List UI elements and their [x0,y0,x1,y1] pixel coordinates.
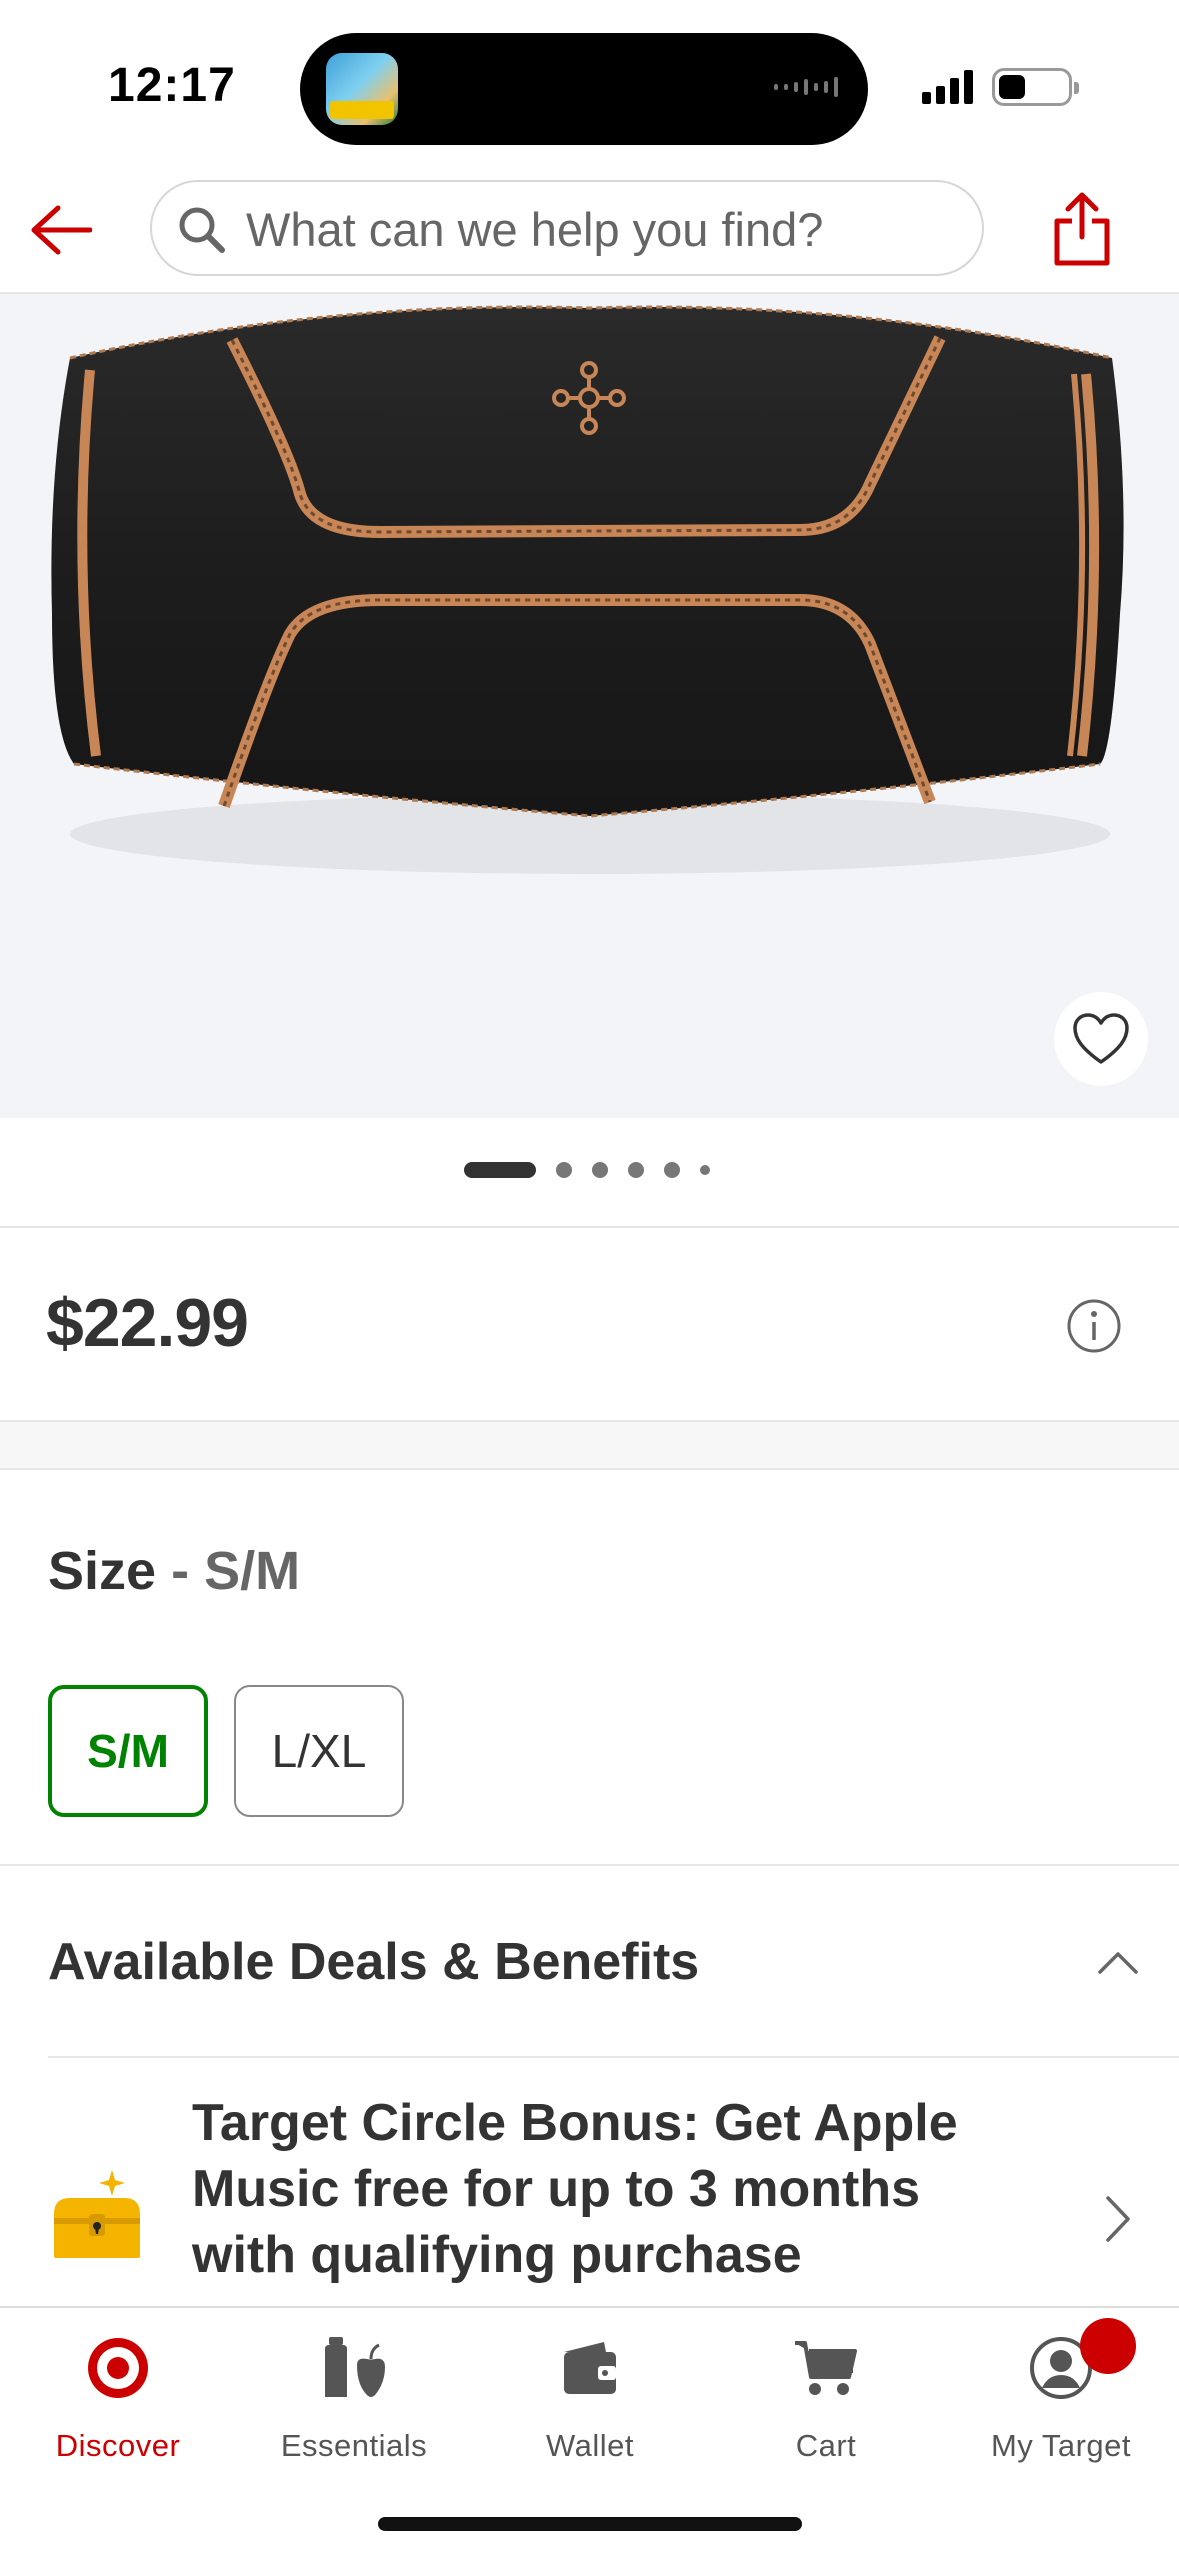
tab-essentials[interactable]: Essentials [236,2330,472,2480]
carousel-pagination[interactable] [464,1162,710,1178]
home-indicator[interactable] [378,2517,802,2531]
size-heading: Size - S/M [48,1540,300,1602]
now-playing-app-icon [326,53,398,125]
size-label: Size [48,1541,157,1601]
back-arrow-icon [31,205,92,255]
tab-label: Wallet [546,2428,634,2463]
size-options: S/M L/XL [48,1685,404,1817]
size-option-s-m[interactable]: S/M [48,1685,208,1817]
divider [0,1226,1179,1228]
target-bullseye-icon [88,2338,148,2398]
back-button[interactable] [22,192,98,268]
size-option-l-xl[interactable]: L/XL [234,1685,404,1817]
deals-section-title[interactable]: Available Deals & Benefits [48,1932,699,1992]
carousel-dot[interactable] [556,1162,572,1178]
chevron-right-icon [1106,2196,1130,2242]
chevron-up-icon[interactable] [1094,1942,1142,1982]
tab-wallet[interactable]: Wallet [472,2330,708,2480]
battery-icon [992,68,1079,106]
tab-my-target[interactable]: My Target [943,2330,1179,2480]
cellular-signal-icon [922,68,973,104]
divider [0,1864,1179,1866]
tab-label: Essentials [280,2428,428,2463]
carousel-dot-active[interactable] [464,1162,536,1178]
essentials-icon [325,2337,385,2397]
divider [48,2056,1179,2058]
cart-icon [795,2341,857,2395]
share-button[interactable] [1044,184,1120,274]
info-icon[interactable] [1066,1298,1122,1354]
wallet-icon [564,2342,616,2394]
share-icon [1054,192,1110,266]
favorite-button[interactable] [1054,992,1148,1086]
selected-size-value: S/M [204,1541,301,1601]
notification-badge [1080,2318,1136,2374]
tab-discover[interactable]: Discover [0,2330,236,2480]
deal-text: Target Circle Bonus: Get Apple Music fre… [192,2094,958,2284]
tab-cart[interactable]: Cart [708,2330,944,2480]
size-separator: - [156,1541,205,1601]
search-bar[interactable] [150,180,984,276]
carousel-dot[interactable] [700,1165,710,1175]
dynamic-island [300,33,868,145]
top-navigation-bar [0,170,1179,294]
section-separator [0,1420,1179,1470]
heart-icon [1073,1013,1129,1064]
carousel-dot[interactable] [628,1162,644,1178]
search-icon [179,207,225,253]
carousel-dot[interactable] [664,1162,680,1178]
tab-label: Cart [795,2428,857,2463]
audio-waveform-icon [774,77,838,97]
product-image-carousel[interactable] [0,294,1179,1118]
tab-label: Discover [55,2428,181,2463]
status-bar: 12:17 [0,0,1179,170]
product-photo-back-brace [51,305,1124,874]
search-input[interactable] [246,196,966,262]
treasure-chest-icon [54,2170,140,2258]
product-price: $22.99 [46,1285,249,1361]
status-time: 12:17 [108,59,236,112]
carousel-dot[interactable] [592,1162,608,1178]
tab-label: My Target [990,2428,1132,2463]
